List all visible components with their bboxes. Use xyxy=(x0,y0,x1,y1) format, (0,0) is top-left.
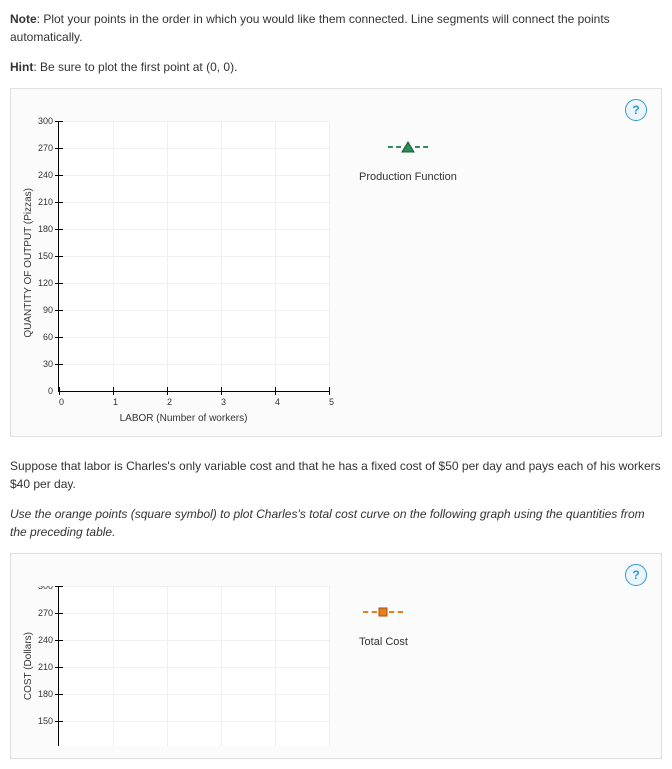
triangle-marker-icon xyxy=(359,141,457,153)
help-button[interactable]: ? xyxy=(625,564,647,586)
x-axis-label: LABOR (Number of workers) xyxy=(120,413,248,424)
legend-label: Production Function xyxy=(359,171,457,183)
paragraph-cost-setup: Suppose that labor is Charles's only var… xyxy=(10,457,662,493)
square-marker-icon xyxy=(359,606,408,618)
hint-label: Hint xyxy=(10,60,33,74)
legend-label: Total Cost xyxy=(359,636,408,648)
plot-area[interactable] xyxy=(58,121,329,392)
y-axis-label: COST (Dollars) xyxy=(23,632,34,700)
chart-panel-totalcost: ? COST (Dollars) 300 270 240 210 180 150 xyxy=(10,553,662,759)
help-icon: ? xyxy=(632,568,639,582)
note-label: Note xyxy=(10,12,37,26)
x-ticks: 0 1 2 3 4 5 xyxy=(59,392,329,407)
plot-area[interactable] xyxy=(58,586,329,746)
y-axis-label: QUANTITY OF OUTPUT (Pizzas) xyxy=(23,188,34,338)
note-text: Note: Plot your points in the order in w… xyxy=(10,10,662,46)
note-body: : Plot your points in the order in which… xyxy=(10,12,610,44)
legend-totalcost[interactable]: Total Cost xyxy=(359,606,408,648)
help-icon: ? xyxy=(632,103,639,117)
paragraph-instruction: Use the orange points (square symbol) to… xyxy=(10,505,662,541)
hint-body: : Be sure to plot the first point at (0,… xyxy=(33,60,237,74)
chart-panel-production: ? QUANTITY OF OUTPUT (Pizzas) 300 270 24… xyxy=(10,88,662,437)
hint-text: Hint: Be sure to plot the first point at… xyxy=(10,58,662,76)
y-ticks: 300 270 240 210 180 150 xyxy=(38,586,58,746)
help-button[interactable]: ? xyxy=(625,99,647,121)
legend-production[interactable]: Production Function xyxy=(359,141,457,183)
